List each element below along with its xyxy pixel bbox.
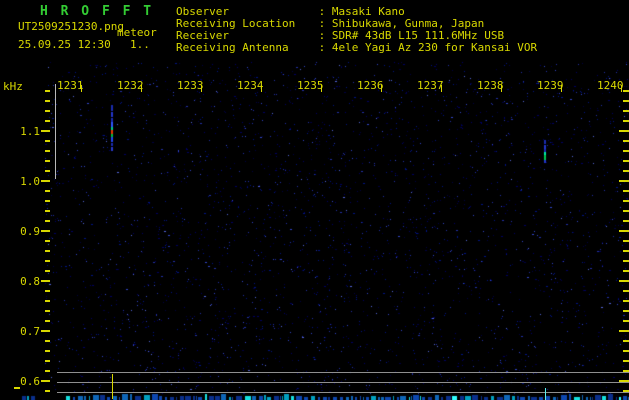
y-tick-mark-right (623, 170, 629, 172)
y-tick-mark-left (45, 120, 50, 122)
y-tick-mark-left (45, 150, 50, 152)
y-tick-mark-left (41, 280, 50, 282)
y-tick-mark-left (41, 180, 50, 182)
reference-line (57, 392, 629, 393)
y-tick-mark-right (619, 230, 629, 232)
y-tick-mark-left (45, 270, 50, 272)
y-tick-mark-right (619, 330, 629, 332)
x-tick-label: 1237 (417, 79, 444, 92)
y-tick-mark-left (45, 160, 50, 162)
y-tick-mark-left (41, 380, 50, 382)
x-tick-label: 1232 (117, 79, 144, 92)
y-tick-mark-right (623, 260, 629, 262)
y-tick-mark-right (623, 150, 629, 152)
y-tick-mark-right (619, 280, 629, 282)
x-tick-label: 1233 (177, 79, 204, 92)
echo-count-spike (112, 374, 113, 399)
y-tick-mark-right (623, 290, 629, 292)
y-tick-mark-left (45, 320, 50, 322)
datetime-extra: 1.. (130, 38, 150, 51)
y-tick-mark-left (45, 220, 50, 222)
y-tick-mark-right (623, 120, 629, 122)
echo-count-spike (545, 388, 546, 400)
info-value: 4ele Yagi Az 230 for Kansai VOR (331, 41, 538, 54)
hrofft-screen: 1231 1232 1233 1234 1235 1236 1237 1238 1239 1240… (0, 0, 629, 400)
y-tick-mark-left (45, 140, 50, 142)
y-tick-mark-right (623, 310, 629, 312)
y-tick-label: 0.8 (20, 275, 40, 288)
observation-datetime: 25.09.25 12:30 (18, 38, 111, 51)
y-tick-mark-left (45, 170, 50, 172)
y-tick-mark-left (45, 100, 50, 102)
y-tick-mark-left (45, 240, 50, 242)
y-tick-mark-left (41, 230, 50, 232)
y-tick-mark-left (45, 370, 50, 372)
y-tick-mark-right (623, 200, 629, 202)
y-tick-mark-left (45, 290, 50, 292)
x-tick-label: 1235 (297, 79, 324, 92)
bottom-left-tick (14, 387, 20, 389)
y-tick-label: 0.6 (20, 375, 40, 388)
y-tick-mark-left (45, 390, 50, 392)
y-tick-mark-right (623, 190, 629, 192)
y-axis-unit: kHz (3, 80, 23, 93)
x-tick-label: 1238 (477, 79, 504, 92)
y-tick-mark-left (45, 360, 50, 362)
x-tick-label: 1236 (357, 79, 384, 92)
info-separator: : (312, 41, 332, 54)
y-tick-mark-left (45, 210, 50, 212)
x-tick-label: 1231 (57, 79, 84, 92)
y-tick-mark-left (41, 330, 50, 332)
y-tick-label: 1.1 (20, 125, 40, 138)
y-tick-mark-left (45, 250, 50, 252)
y-tick-label: 0.7 (20, 325, 40, 338)
y-tick-mark-left (45, 350, 50, 352)
output-filename: UT2509251230.png (18, 20, 124, 33)
y-tick-mark-left (45, 110, 50, 112)
app-title: H R O F F T (40, 4, 154, 19)
y-tick-mark-right (623, 250, 629, 252)
x-tick-label: 1239 (537, 79, 564, 92)
reference-line (57, 372, 629, 373)
y-tick-mark-right (623, 270, 629, 272)
x-tick-label: 1234 (237, 79, 264, 92)
y-tick-label: 0.9 (20, 225, 40, 238)
y-tick-mark-left (45, 260, 50, 262)
partial-axis-line (55, 84, 56, 179)
y-tick-mark-right (623, 300, 629, 302)
mode-label: meteor (117, 26, 157, 39)
y-tick-mark-right (623, 210, 629, 212)
y-tick-mark-left (45, 90, 50, 92)
y-tick-mark-right (623, 360, 629, 362)
y-tick-label: 1.0 (20, 175, 40, 188)
y-tick-mark-right (619, 180, 629, 182)
y-tick-mark-right (623, 160, 629, 162)
y-tick-mark-right (619, 130, 629, 132)
y-tick-mark-left (45, 310, 50, 312)
y-tick-mark-left (45, 300, 50, 302)
y-tick-mark-right (623, 110, 629, 112)
y-tick-mark-left (45, 340, 50, 342)
reference-line (57, 382, 629, 383)
y-tick-mark-right (623, 350, 629, 352)
y-tick-mark-left (45, 200, 50, 202)
y-tick-mark-right (623, 340, 629, 342)
x-tick-label: 1240 (597, 79, 624, 92)
y-tick-mark-left (41, 130, 50, 132)
y-tick-mark-right (623, 140, 629, 142)
observation-info: Observer : Masaki Kano Receiving Location… (176, 6, 537, 54)
y-tick-mark-right (623, 90, 629, 92)
y-tick-mark-right (623, 240, 629, 242)
info-row: Receiving Antenna : 4ele Yagi Az 230 for… (176, 42, 537, 54)
info-label: Receiving Antenna (176, 41, 289, 54)
y-tick-mark-left (45, 190, 50, 192)
y-tick-mark-right (623, 320, 629, 322)
y-tick-mark-right (623, 100, 629, 102)
y-tick-mark-right (623, 220, 629, 222)
axis-decoration-layer: 1231 1232 1233 1234 1235 1236 1237 1238 1239 1240… (0, 0, 629, 400)
